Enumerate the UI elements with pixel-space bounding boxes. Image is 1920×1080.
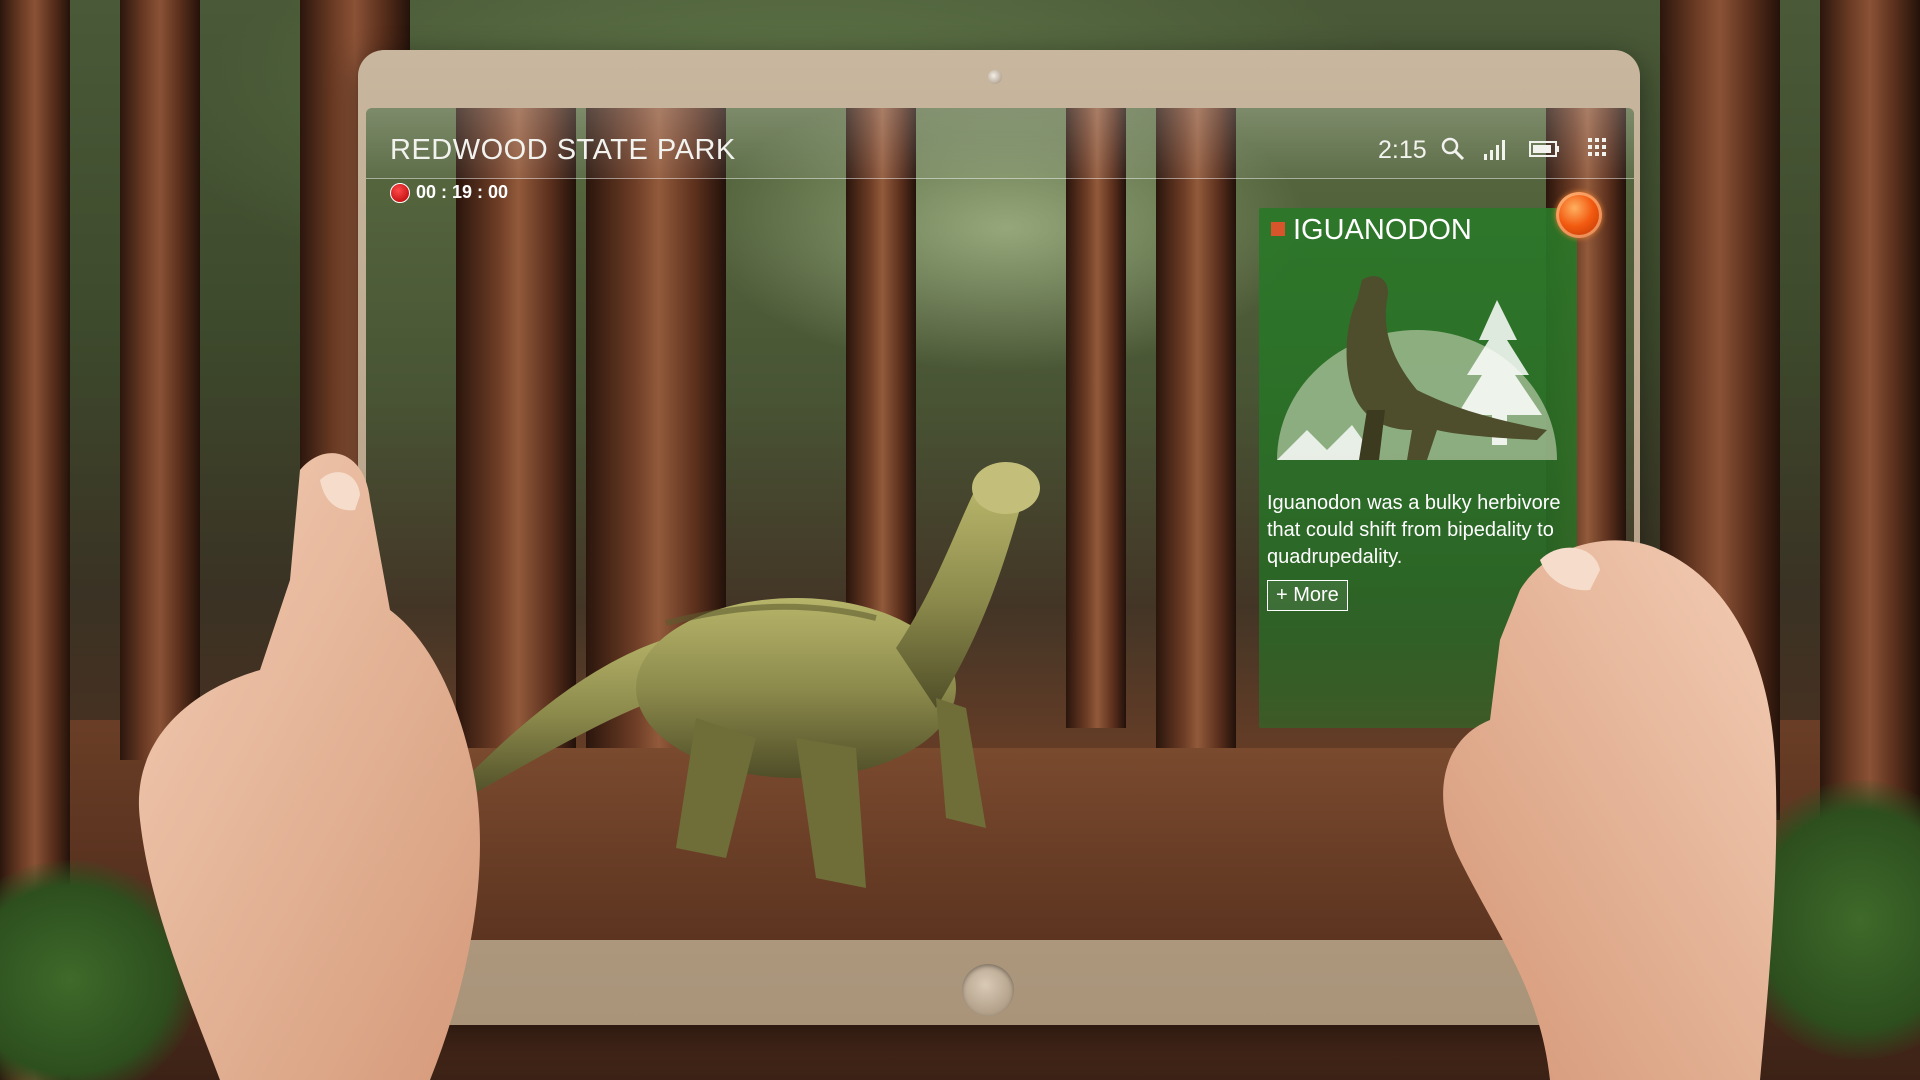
- front-camera: [988, 70, 1002, 84]
- more-button[interactable]: + More: [1267, 580, 1348, 611]
- close-orb-icon[interactable]: [1556, 192, 1602, 238]
- iguanodon-illustration: [1277, 276, 1557, 460]
- park-title: REDWOOD STATE PARK: [390, 134, 736, 166]
- recording-timer: 00 : 19 : 00: [416, 182, 509, 202]
- screen-tree-trunk: [1156, 108, 1236, 748]
- battery-icon: [1528, 136, 1562, 167]
- signal-icon: [1482, 136, 1508, 167]
- recording-indicator[interactable]: 00 : 19 : 00: [390, 182, 508, 203]
- status-time: 2:15: [1378, 136, 1427, 164]
- info-card-title: IGUANODON: [1293, 214, 1472, 246]
- grid-menu-icon[interactable]: [1586, 136, 1608, 163]
- category-marker: [1271, 222, 1285, 236]
- tree-trunk: [1820, 0, 1920, 900]
- left-hand: [138, 453, 480, 1080]
- search-icon[interactable]: [1440, 136, 1466, 167]
- right-hand: [1443, 540, 1777, 1080]
- status-bar: REDWOOD STATE PARK 2:15: [366, 108, 1634, 179]
- iguanodon-ar-model[interactable]: [466, 448, 1106, 918]
- record-icon: [390, 182, 410, 203]
- home-button[interactable]: [962, 964, 1014, 1016]
